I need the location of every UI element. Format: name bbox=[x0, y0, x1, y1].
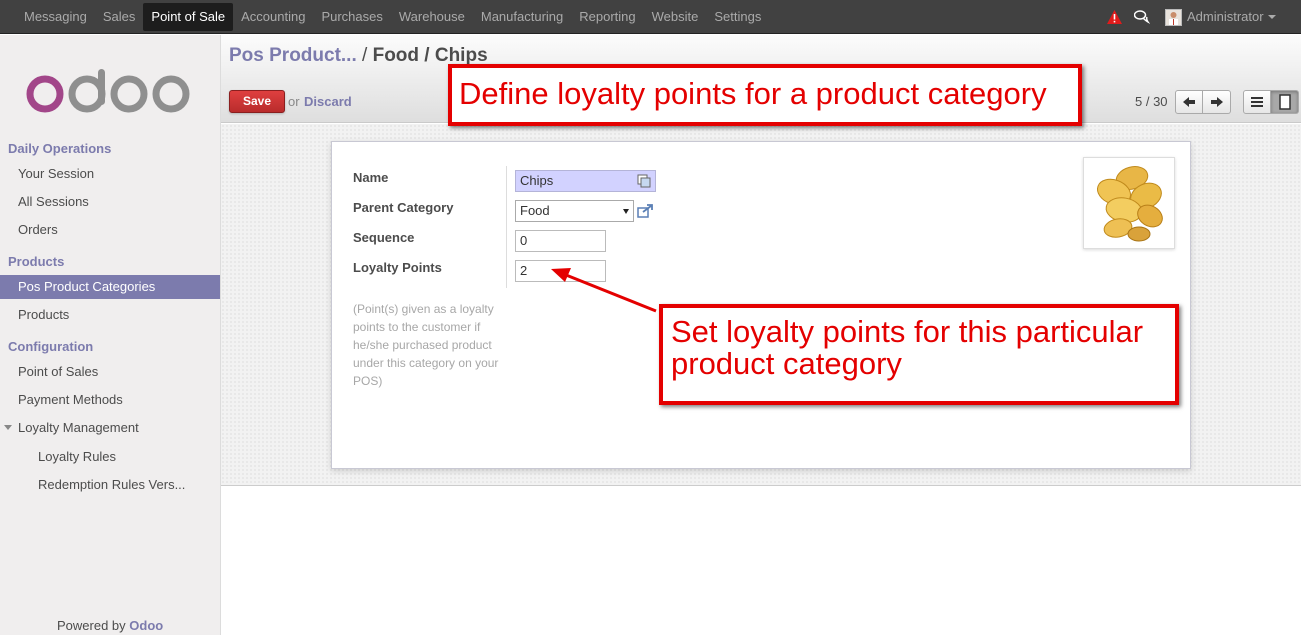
form-view-button[interactable] bbox=[1271, 90, 1299, 114]
chevron-down-icon[interactable] bbox=[1268, 15, 1276, 19]
loyalty-points-field[interactable]: 2 bbox=[515, 260, 606, 282]
menu-website[interactable]: Website bbox=[644, 0, 707, 34]
menu-accounting[interactable]: Accounting bbox=[233, 0, 313, 34]
breadcrumb-separator: / bbox=[356, 45, 373, 66]
external-link-icon[interactable] bbox=[637, 203, 654, 218]
or-text: or bbox=[288, 94, 300, 109]
sidebar-item-pos-product-categories[interactable]: Pos Product Categories bbox=[0, 275, 220, 299]
pager-buttons bbox=[1175, 90, 1231, 114]
sequence-field[interactable]: 0 bbox=[515, 230, 606, 252]
menu-sales[interactable]: Sales bbox=[95, 0, 144, 34]
user-name[interactable]: Administrator bbox=[1187, 9, 1264, 24]
menu-reporting[interactable]: Reporting bbox=[571, 0, 643, 34]
powered-by: Powered by Odoo bbox=[57, 618, 163, 633]
section-products: Products bbox=[8, 254, 65, 269]
sidebar-item-orders[interactable]: Orders bbox=[0, 218, 220, 242]
sidebar-item-redemption-rules[interactable]: Redemption Rules Vers... bbox=[0, 473, 220, 497]
sidebar-item-your-session[interactable]: Your Session bbox=[0, 162, 220, 186]
loyalty-points-help: (Point(s) given as a loyalty points to t… bbox=[353, 302, 499, 388]
sidebar-item-payment-methods[interactable]: Payment Methods bbox=[0, 388, 220, 412]
annotation-bottom: Set loyalty points for this particular p… bbox=[659, 304, 1179, 405]
parent-category-label: Parent Category bbox=[353, 200, 454, 215]
name-label: Name bbox=[353, 170, 389, 185]
annotation-top-text: Define loyalty points for a product cate… bbox=[459, 76, 1047, 111]
previous-button[interactable] bbox=[1175, 90, 1203, 114]
translate-icon[interactable] bbox=[637, 174, 651, 188]
sidebar-item-all-sessions[interactable]: All Sessions bbox=[0, 190, 220, 214]
section-configuration: Configuration bbox=[8, 339, 94, 354]
loyalty-points-label: Loyalty Points bbox=[353, 260, 442, 275]
menu-settings[interactable]: Settings bbox=[706, 0, 769, 34]
avatar[interactable] bbox=[1165, 9, 1182, 26]
sidebar-item-loyalty-rules[interactable]: Loyalty Rules bbox=[0, 445, 220, 469]
save-button[interactable]: Save bbox=[229, 90, 285, 113]
sidebar-item-point-of-sales[interactable]: Point of Sales bbox=[0, 360, 220, 384]
parent-category-value: Food bbox=[520, 203, 550, 218]
sidebar-item-label: Loyalty Management bbox=[18, 420, 139, 435]
sidebar-item-products[interactable]: Products bbox=[0, 303, 220, 327]
annotation-top: Define loyalty points for a product cate… bbox=[448, 64, 1082, 126]
parent-category-select[interactable]: Food bbox=[515, 200, 634, 222]
category-image[interactable] bbox=[1083, 157, 1175, 249]
view-switcher bbox=[1243, 90, 1299, 114]
chevron-down-icon bbox=[623, 209, 629, 214]
annotation-bottom-text: Set loyalty points for this particular p… bbox=[671, 314, 1144, 381]
chips-image bbox=[1097, 166, 1163, 242]
sidebar: Daily Operations Your Session All Sessio… bbox=[0, 35, 221, 635]
section-daily-operations: Daily Operations bbox=[8, 141, 112, 156]
top-navbar: Messaging Sales Point of Sale Accounting… bbox=[0, 0, 1301, 34]
arrow-left-icon bbox=[1183, 97, 1195, 107]
menu-point-of-sale[interactable]: Point of Sale bbox=[143, 3, 234, 31]
page-title: Food / Chips bbox=[372, 45, 488, 66]
menu-messaging[interactable]: Messaging bbox=[16, 0, 95, 34]
name-field[interactable]: Chips bbox=[515, 170, 656, 192]
menu-purchases[interactable]: Purchases bbox=[313, 0, 390, 34]
pager-counter[interactable]: 5 / 30 bbox=[1135, 94, 1168, 109]
sequence-label: Sequence bbox=[353, 230, 415, 245]
next-button[interactable] bbox=[1203, 90, 1231, 114]
list-view-button[interactable] bbox=[1243, 90, 1271, 114]
list-icon bbox=[1251, 97, 1263, 107]
chat-icon[interactable] bbox=[1134, 10, 1150, 24]
caret-down-icon bbox=[4, 425, 12, 431]
label-divider bbox=[506, 166, 507, 288]
arrow-right-icon bbox=[1210, 97, 1223, 107]
user-avatar-icon bbox=[1169, 12, 1178, 25]
odoo-logo bbox=[26, 69, 190, 113]
name-value: Chips bbox=[520, 173, 554, 188]
menu-warehouse[interactable]: Warehouse bbox=[391, 0, 473, 34]
warning-icon[interactable] bbox=[1107, 10, 1122, 24]
powered-by-prefix: Powered by bbox=[57, 618, 126, 633]
sequence-value: 0 bbox=[520, 233, 528, 248]
menu-manufacturing[interactable]: Manufacturing bbox=[473, 0, 571, 34]
sidebar-item-loyalty-management[interactable]: Loyalty Management bbox=[0, 416, 220, 440]
discard-button[interactable]: Discard bbox=[304, 94, 352, 109]
loyalty-points-value: 2 bbox=[520, 263, 528, 278]
form-icon bbox=[1278, 94, 1291, 110]
powered-by-brand[interactable]: Odoo bbox=[129, 618, 163, 633]
breadcrumb-link[interactable]: Pos Product... bbox=[229, 45, 357, 66]
app-menu: Messaging Sales Point of Sale Accounting… bbox=[0, 0, 769, 34]
